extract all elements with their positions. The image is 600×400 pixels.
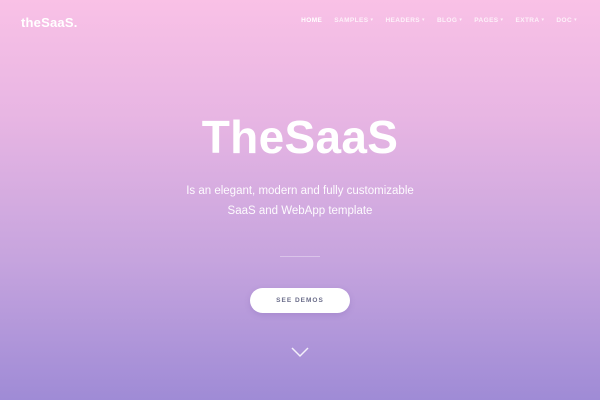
nav-item-label: HEADERS [385,17,421,24]
caret-down-icon: ▾ [422,17,425,24]
nav-item-samples[interactable]: SAMPLES ▾ [334,17,373,24]
nav-item-doc[interactable]: DOC ▾ [556,17,577,24]
caret-down-icon: ▾ [370,17,374,24]
chevron-down-icon[interactable] [290,345,310,359]
caret-down-icon: ▾ [574,17,577,24]
brand-logo[interactable]: theSaaS. [21,15,78,30]
nav-item-label: BLOG [436,17,458,24]
nav-item-extra[interactable]: EXTRA ▾ [515,17,544,24]
nav-item-label: SAMPLES [334,17,369,24]
hero-subtitle-line-1: Is an elegant, modern and fully customiz… [186,185,414,197]
see-demos-button[interactable]: SEE DEMOS [250,288,350,313]
caret-down-icon: ▾ [541,17,545,24]
nav-item-label: DOC [556,17,573,24]
hero-subtitle-line-2: SaaS and WebApp template [227,205,373,217]
nav-item-label: HOME [301,17,323,24]
caret-down-icon: ▾ [459,17,463,24]
main-menu: HOME SAMPLES ▾ HEADERS ▾ BLOG ▾ PAGES ▾ EXTR… [301,17,577,24]
hero-title: TheSaaS [201,111,399,163]
caret-down-icon: ▾ [500,17,504,24]
hero-subtitle: Is an elegant, modern and fully customiz… [0,181,600,221]
nav-item-label: PAGES [474,17,499,24]
hero-divider [280,256,320,257]
nav-item-headers[interactable]: HEADERS ▾ [385,17,425,24]
nav-item-label: EXTRA [515,17,540,24]
nav-item-blog[interactable]: BLOG ▾ [437,17,462,24]
top-navbar: theSaaS. HOME SAMPLES ▾ HEADERS ▾ BLOG ▾ PA… [0,0,600,42]
nav-item-home[interactable]: HOME [301,17,322,24]
nav-item-pages[interactable]: PAGES ▾ [474,17,503,24]
